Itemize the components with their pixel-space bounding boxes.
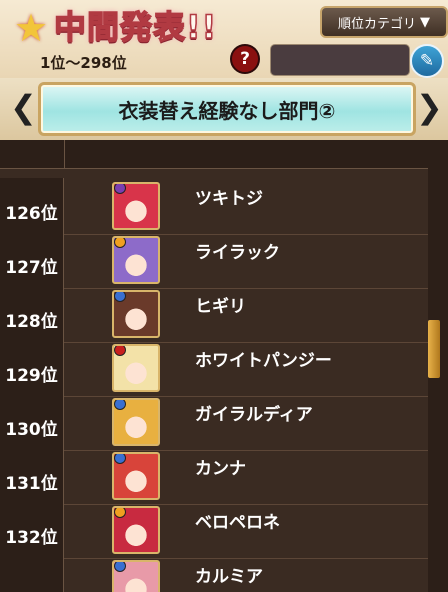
rank-cell: 126位 — [0, 178, 64, 234]
rank-cell: 127位 — [0, 232, 64, 288]
table-row[interactable]: 132位 ベロペロネ — [0, 502, 428, 559]
rank-label: 127位 — [5, 258, 58, 278]
attribute-orb-icon — [114, 454, 126, 464]
table-row[interactable]: 129位 ホワイトパンジー — [0, 340, 428, 397]
rank-label: 132位 — [5, 528, 58, 548]
character-name: ツキトジ — [195, 189, 263, 209]
rank-cell — [0, 556, 64, 592]
table-row[interactable]: 128位 ヒギリ — [0, 286, 428, 343]
edit-icon[interactable]: ✎ — [410, 44, 444, 78]
attribute-orb-icon — [114, 400, 126, 410]
attribute-orb-icon — [114, 346, 126, 356]
character-name: ホワイトパンジー — [195, 351, 332, 371]
next-arrow-icon[interactable]: ❯ — [416, 88, 443, 126]
character-name: カルミア — [195, 567, 263, 587]
character-portrait[interactable] — [112, 560, 160, 592]
scrollbar-track[interactable] — [428, 168, 448, 592]
attribute-orb-icon — [114, 562, 126, 572]
prev-arrow-icon[interactable]: ❮ — [10, 88, 37, 126]
rank-label: 129位 — [5, 366, 58, 386]
character-name: ヒギリ — [195, 297, 246, 317]
character-portrait[interactable] — [112, 398, 160, 446]
rank-cell: 130位 — [0, 394, 64, 450]
rank-label: 131位 — [5, 474, 58, 494]
character-portrait[interactable] — [112, 182, 160, 230]
chevron-down-icon: ▼ — [420, 14, 430, 30]
page-title: 中間発表!! — [53, 7, 218, 47]
character-name: ライラック — [195, 243, 280, 263]
ranking-category-button[interactable]: 順位カテゴリ ▼ — [320, 6, 448, 38]
character-name: ガイラルディア — [195, 405, 313, 425]
rank-label: 130位 — [5, 420, 58, 440]
table-row[interactable]: 127位 ライラック — [0, 232, 428, 289]
category-button-label: 順位カテゴリ — [337, 16, 416, 32]
rank-cell: 128位 — [0, 286, 64, 342]
help-icon[interactable]: ? — [230, 44, 260, 74]
table-row[interactable]: 131位 カンナ — [0, 448, 428, 505]
rank-cell: 132位 — [0, 502, 64, 558]
rank-label: 126位 — [5, 204, 58, 224]
character-portrait[interactable] — [112, 290, 160, 338]
attribute-orb-icon — [114, 238, 126, 248]
rank-label: 128位 — [5, 312, 58, 332]
table-header — [0, 140, 448, 169]
character-portrait[interactable] — [112, 452, 160, 500]
category-label: 衣装替え経験なし部門② — [38, 82, 416, 136]
character-portrait[interactable] — [112, 344, 160, 392]
table-row[interactable]: 130位 ガイラルディア — [0, 394, 428, 451]
header-bar: ★ 中間発表!! 順位カテゴリ ▼ 1位～298位 ? ✎ — [0, 0, 448, 80]
character-name: カンナ — [195, 459, 246, 479]
rank-cell: 131位 — [0, 448, 64, 504]
scrollbar-thumb[interactable] — [428, 320, 440, 378]
table-row[interactable]: カルミア — [0, 556, 428, 592]
character-portrait[interactable] — [112, 236, 160, 284]
rank-range: 1位～298位 — [40, 54, 127, 72]
search-input[interactable] — [270, 44, 410, 76]
attribute-orb-icon — [114, 292, 126, 302]
character-name: ベロペロネ — [195, 513, 280, 533]
table-row[interactable]: 126位 ツキトジ — [0, 178, 428, 235]
attribute-orb-icon — [114, 508, 126, 518]
ranking-table: 126位 ツキトジ 127位 ライラック 128位 ヒギリ 129位 ホワイトパンジー 130位… — [0, 140, 448, 592]
character-portrait[interactable] — [112, 506, 160, 554]
star-icon: ★ — [14, 6, 49, 50]
rank-cell: 129位 — [0, 340, 64, 396]
attribute-orb-icon — [114, 184, 126, 194]
